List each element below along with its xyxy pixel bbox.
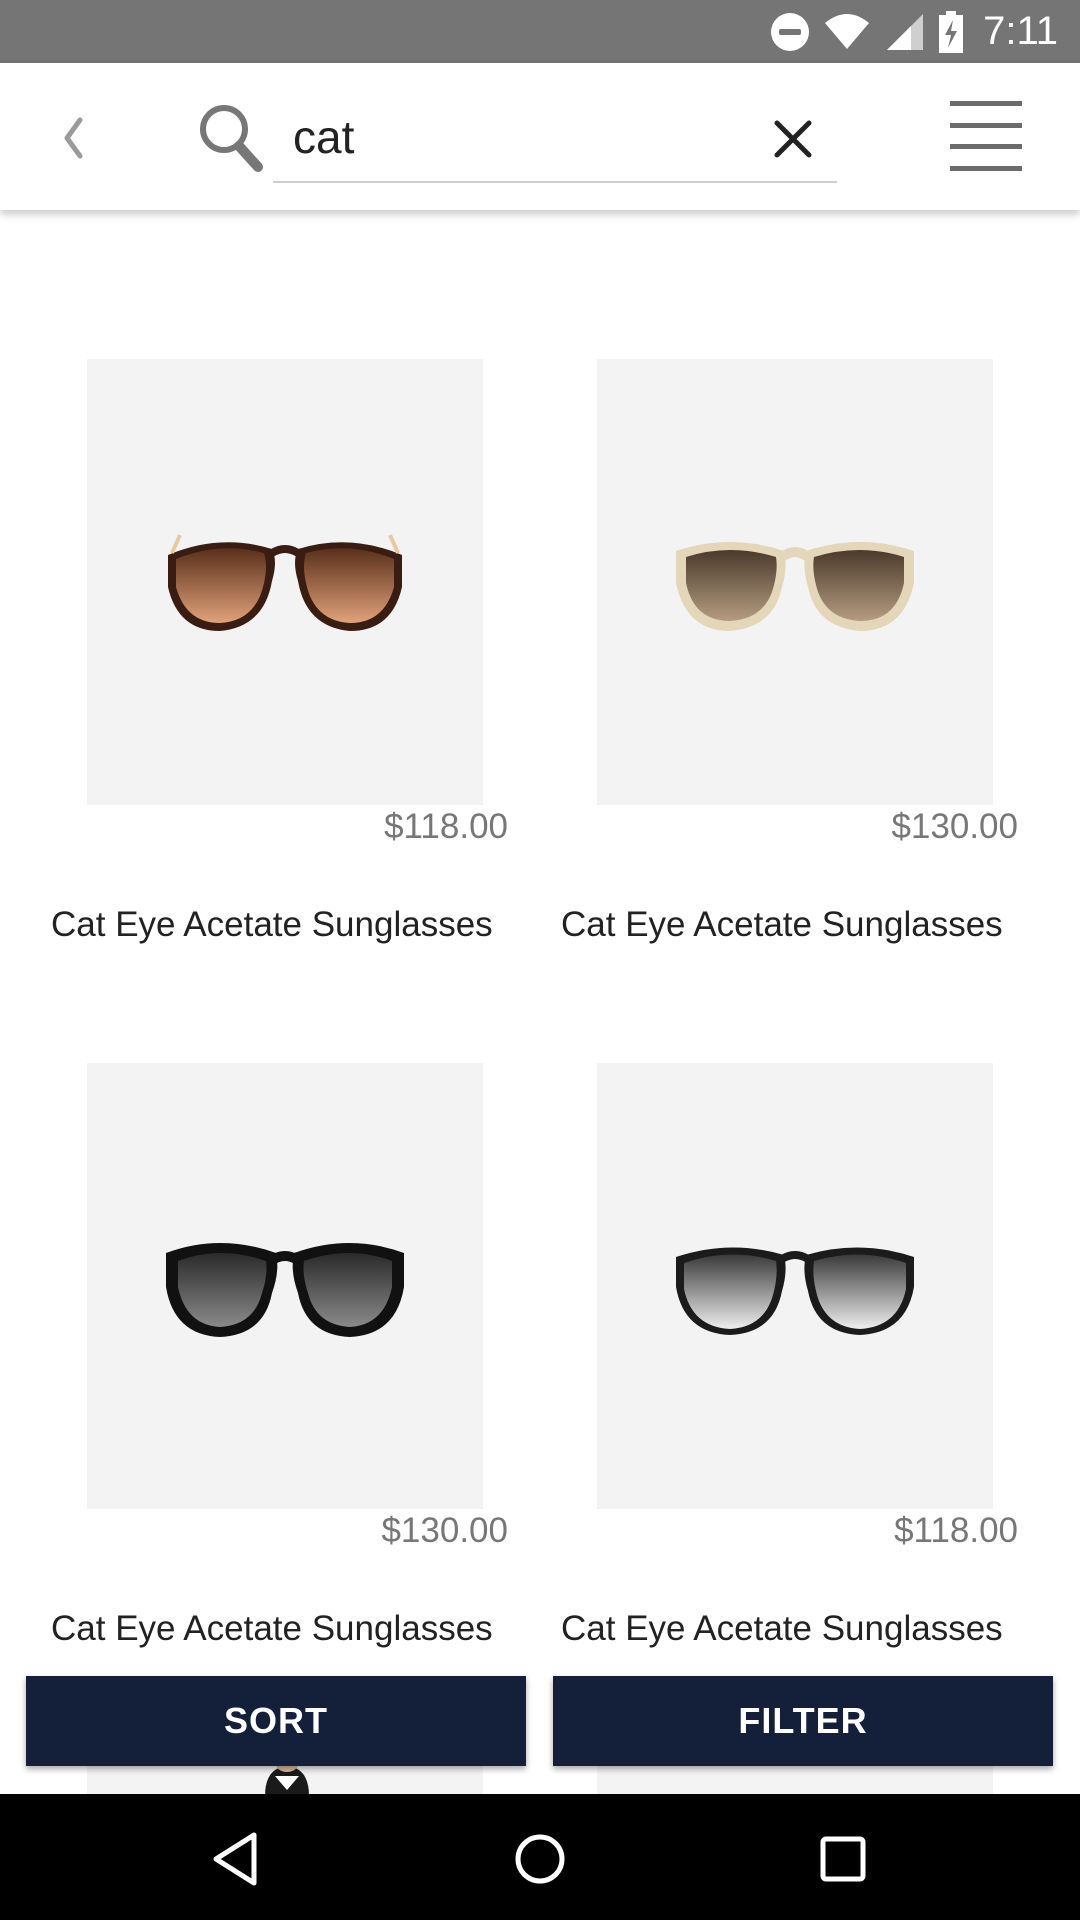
product-name[interactable]: Cat Eye Acetate Sunglasses bbox=[51, 905, 493, 945]
sunglasses-image bbox=[676, 542, 914, 631]
clear-search-button[interactable] bbox=[763, 109, 823, 169]
product-price: $130.00 bbox=[891, 807, 1018, 846]
menu-line bbox=[950, 144, 1022, 150]
back-button[interactable] bbox=[48, 103, 98, 173]
product-name[interactable]: Cat Eye Acetate Sunglasses bbox=[561, 905, 1003, 945]
product-price: $118.00 bbox=[894, 1511, 1018, 1550]
search-icon bbox=[200, 105, 263, 172]
sunglasses-image bbox=[166, 1243, 404, 1337]
search-field bbox=[273, 97, 837, 183]
navigation-bar bbox=[0, 1794, 1080, 1920]
search-input[interactable] bbox=[293, 107, 733, 167]
product-image[interactable] bbox=[87, 1063, 483, 1509]
close-icon bbox=[774, 120, 812, 158]
product-price: $118.00 bbox=[384, 807, 508, 846]
filter-button[interactable]: FILTER bbox=[553, 1676, 1053, 1766]
cell-signal-icon bbox=[887, 13, 924, 50]
search-button[interactable] bbox=[196, 101, 266, 175]
product-image[interactable] bbox=[87, 359, 483, 805]
menu-line bbox=[950, 122, 1022, 128]
menu-line bbox=[950, 165, 1022, 171]
sort-button[interactable]: SORT bbox=[26, 1676, 526, 1766]
status-time: 7:11 bbox=[983, 9, 1058, 53]
chevron-left-icon bbox=[64, 117, 83, 159]
nav-recents-button[interactable] bbox=[808, 1824, 878, 1894]
wifi-icon bbox=[825, 13, 870, 49]
battery-charging-icon bbox=[939, 10, 964, 53]
status-bar: 7:11 bbox=[0, 0, 1080, 63]
product-name[interactable]: Cat Eye Acetate Sunglasses bbox=[561, 1609, 1003, 1649]
nav-back-button[interactable] bbox=[200, 1824, 270, 1894]
product-image[interactable] bbox=[597, 359, 993, 805]
app-bar bbox=[0, 63, 1080, 210]
sunglasses-image bbox=[168, 534, 402, 631]
product-price: $130.00 bbox=[381, 1511, 508, 1550]
status-icons: 7:11 bbox=[771, 0, 1058, 63]
hamburger-menu-icon bbox=[950, 101, 1022, 106]
nav-back-icon bbox=[213, 1832, 257, 1886]
product-image[interactable] bbox=[597, 1063, 993, 1509]
sunglasses-image bbox=[676, 1247, 914, 1335]
menu-button[interactable] bbox=[950, 101, 1022, 171]
do-not-disturb-icon bbox=[771, 12, 810, 51]
nav-home-icon bbox=[515, 1834, 565, 1884]
nav-home-button[interactable] bbox=[505, 1824, 575, 1894]
nav-recents-icon bbox=[820, 1836, 866, 1882]
product-name[interactable]: Cat Eye Acetate Sunglasses bbox=[51, 1609, 493, 1649]
